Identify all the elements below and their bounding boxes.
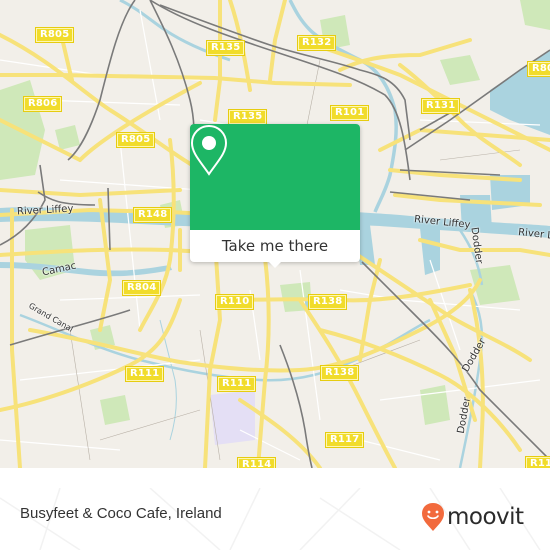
road-label-r148: R148 xyxy=(132,207,173,223)
road-label-r132: R132 xyxy=(296,35,337,51)
popup-header xyxy=(190,124,360,230)
road-label-r101: R101 xyxy=(329,105,370,121)
location-pin-icon xyxy=(190,124,228,176)
road-label-r111: R111 xyxy=(124,366,165,382)
road-label-r138: R138 xyxy=(307,294,348,310)
road-label-r117: R117 xyxy=(324,432,365,448)
moovit-wordmark: moovit xyxy=(447,504,524,530)
road-label-r80: R80 xyxy=(526,61,550,77)
road-label-r114: R114 xyxy=(236,457,277,468)
location-popup: Take me there xyxy=(190,124,360,268)
place-title: Busyfeet & Coco Cafe, Ireland xyxy=(20,505,222,522)
road-label-r135-b: R135 xyxy=(227,109,268,125)
map-view[interactable]: R805 R135 R132 R806 R135 R101 R131 R805 … xyxy=(0,0,550,468)
road-label-r806: R806 xyxy=(22,96,63,112)
road-label-r111-b: R111 xyxy=(216,376,257,392)
popup-tail xyxy=(267,260,283,268)
footer-bar: Busyfeet & Coco Cafe, Ireland moovit xyxy=(0,488,550,550)
road-label-r138-b: R138 xyxy=(319,365,360,381)
road-label-r131: R131 xyxy=(420,98,461,114)
road-label-r110: R110 xyxy=(214,294,255,310)
road-label-r804: R804 xyxy=(121,280,162,296)
road-label-r805: R805 xyxy=(34,27,75,43)
road-label-r118: R118 xyxy=(524,456,550,468)
road-label-r135: R135 xyxy=(205,40,246,56)
take-me-there-button[interactable]: Take me there xyxy=(190,230,360,262)
moovit-logo[interactable]: moovit xyxy=(421,502,524,532)
moovit-logo-icon xyxy=(422,503,444,531)
road-label-r805-b: R805 xyxy=(115,132,156,148)
